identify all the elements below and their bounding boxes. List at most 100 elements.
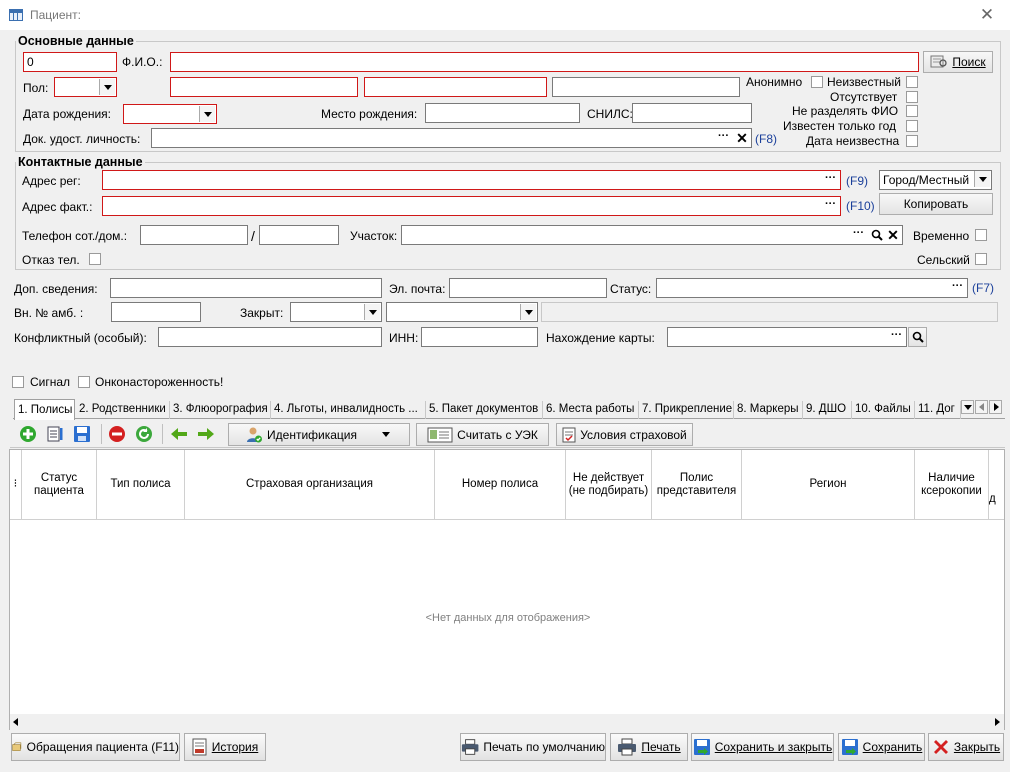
sex-select[interactable] <box>54 77 117 97</box>
amb-field[interactable] <box>111 302 201 322</box>
app-window-icon <box>9 9 23 21</box>
column-header[interactable]: Статус пациента <box>22 450 97 520</box>
tab-benefits[interactable]: 4. Льготы, инвалидность ... <box>271 401 426 419</box>
clear-icon[interactable]: ✕ <box>734 129 750 147</box>
scroll-left-icon[interactable] <box>13 718 18 726</box>
no-split-checkbox[interactable] <box>906 105 918 117</box>
fio-field[interactable] <box>170 52 919 72</box>
scroll-right-icon[interactable] <box>995 718 1000 726</box>
tab-dsho[interactable]: 9. ДШО <box>803 401 852 419</box>
tab-menu-icon[interactable] <box>961 400 974 414</box>
tab-workplaces[interactable]: 6. Места работы <box>543 401 639 419</box>
addr-fact-label: Адрес факт.: <box>22 200 93 214</box>
ellipsis-icon[interactable]: ··· <box>822 172 839 188</box>
edit-list-icon[interactable] <box>46 425 64 443</box>
horizontal-scrollbar[interactable] <box>10 714 1004 730</box>
conflict-field[interactable] <box>158 327 382 347</box>
birthdate-field[interactable] <box>123 104 217 124</box>
tab-attachment[interactable]: 7. Прикрепление <box>639 401 734 419</box>
phone-refuse-checkbox[interactable] <box>89 253 101 265</box>
save-and-close-button[interactable]: Сохранить и закрыть <box>691 733 834 761</box>
column-chooser-icon[interactable]: ⁝ <box>10 450 22 520</box>
delete-icon[interactable] <box>108 425 126 443</box>
patient-visits-button[interactable]: Обращения пациента (F11) <box>11 733 180 761</box>
unknown-checkbox[interactable] <box>906 76 918 88</box>
ellipsis-icon[interactable]: ··· <box>888 329 905 345</box>
unknown-label: Неизвестный <box>827 75 901 89</box>
first-name-field[interactable] <box>364 77 547 97</box>
dop-field[interactable] <box>110 278 382 298</box>
tab-documents[interactable]: 5. Пакет документов <box>426 401 543 419</box>
onco-checkbox[interactable] <box>78 376 90 388</box>
card-location-field[interactable]: ··· <box>667 327 907 347</box>
ellipsis-icon[interactable]: ··· <box>850 227 867 243</box>
absent-checkbox[interactable] <box>906 91 918 103</box>
addr-fact-field[interactable]: ··· <box>102 196 841 216</box>
inn-label: ИНН: <box>389 331 419 345</box>
column-header[interactable]: Не действует (не подбирать) <box>566 450 652 520</box>
temp-checkbox[interactable] <box>975 229 987 241</box>
window-close-icon[interactable]: ✕ <box>976 5 998 25</box>
column-header[interactable]: Страховая организация <box>185 450 435 520</box>
clear-icon[interactable]: ✕ <box>885 226 901 244</box>
year-only-checkbox[interactable] <box>906 120 918 132</box>
district-field[interactable]: ··· ✕ <box>401 225 903 245</box>
chevron-down-icon[interactable] <box>974 171 990 187</box>
status-field[interactable]: ··· <box>656 278 968 298</box>
tab-prev-icon[interactable] <box>975 400 988 414</box>
search-button[interactable]: Поиск <box>923 51 993 73</box>
anonymous-checkbox[interactable] <box>811 76 823 88</box>
print-default-button[interactable]: Печать по умолчанию <box>460 733 606 761</box>
date-unknown-checkbox[interactable] <box>906 135 918 147</box>
column-header[interactable]: д <box>989 450 1004 520</box>
tab-relatives[interactable]: 2. Родственники <box>76 401 170 419</box>
tab-markers[interactable]: 8. Маркеры <box>734 401 803 419</box>
read-uek-button[interactable]: Считать с УЭК <box>416 423 549 446</box>
column-header[interactable]: Наличие ксерокопии <box>915 450 989 520</box>
column-header[interactable]: Регион <box>742 450 915 520</box>
insurance-conditions-button[interactable]: Условия страховой <box>556 423 693 446</box>
doc-field[interactable]: ··· ✕ <box>151 128 752 148</box>
ellipsis-icon[interactable]: ··· <box>822 198 839 214</box>
save-button[interactable]: Сохранить <box>838 733 925 761</box>
inn-field[interactable] <box>421 327 538 347</box>
history-icon <box>192 738 207 756</box>
identification-button[interactable]: Идентификация <box>228 423 410 446</box>
mobile-phone-field[interactable] <box>140 225 248 245</box>
print-button[interactable]: Печать <box>610 733 688 761</box>
addr-reg-field[interactable]: ··· <box>102 170 841 190</box>
closed-date-select[interactable] <box>290 302 382 322</box>
ellipsis-icon[interactable]: ··· <box>949 280 966 296</box>
rural-checkbox[interactable] <box>975 253 987 265</box>
column-header[interactable]: Номер полиса <box>435 450 566 520</box>
patient-id-field[interactable]: 0 <box>23 52 117 72</box>
signal-checkbox[interactable] <box>12 376 24 388</box>
save-icon[interactable] <box>73 425 91 443</box>
copy-address-button[interactable]: Копировать <box>879 193 993 215</box>
home-phone-field[interactable] <box>259 225 339 245</box>
search-icon[interactable] <box>871 229 883 241</box>
snils-field[interactable] <box>632 103 752 123</box>
middle-name-field[interactable] <box>552 77 740 97</box>
tab-contracts[interactable]: 11. Дог <box>915 401 961 419</box>
birthplace-field[interactable] <box>425 103 580 123</box>
arrow-left-icon[interactable] <box>170 425 188 443</box>
tab-fluorography[interactable]: 3. Флюорография <box>170 401 271 419</box>
refresh-icon[interactable] <box>135 425 153 443</box>
absent-label: Отсутствует <box>830 90 898 104</box>
arrow-right-icon[interactable] <box>197 425 215 443</box>
history-button[interactable]: История <box>184 733 266 761</box>
card-search-button[interactable] <box>908 327 927 347</box>
close-button[interactable]: Закрыть <box>928 733 1004 761</box>
closed-reason-select[interactable] <box>386 302 538 322</box>
tab-files[interactable]: 10. Файлы <box>852 401 915 419</box>
status-label: Статус: <box>610 282 652 296</box>
tab-next-icon[interactable] <box>989 400 1002 414</box>
ellipsis-icon[interactable]: ··· <box>715 130 732 146</box>
last-name-field[interactable] <box>170 77 358 97</box>
tab-policies[interactable]: 1. Полисы <box>14 399 75 420</box>
column-header[interactable]: Тип полиса <box>97 450 185 520</box>
email-field[interactable] <box>449 278 607 298</box>
column-header[interactable]: Полис представителя <box>652 450 742 520</box>
add-icon[interactable] <box>19 425 37 443</box>
